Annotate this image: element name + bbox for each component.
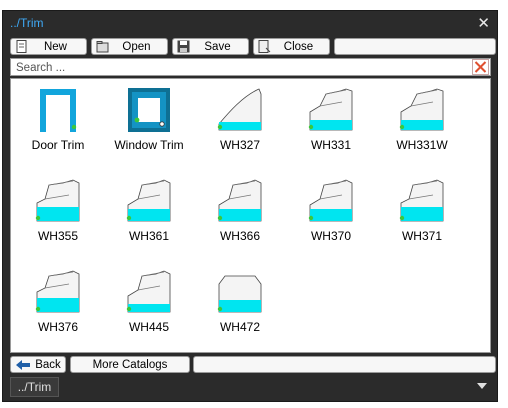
new-button-label: New [43,40,67,53]
catalog-item-wh376[interactable]: WH376 [11,266,101,356]
profile-icon [399,88,444,131]
open-folder-icon [96,41,109,53]
door-trim-icon [40,89,77,132]
save-button-label: Save [204,40,231,53]
catalog-item-label: WH370 [310,229,351,243]
toolbar-spacer [334,38,496,55]
search-input[interactable] [14,60,458,76]
back-button[interactable]: Back [10,356,66,373]
catalog-item-wh370[interactable]: WH370 [284,175,374,265]
catalog-item-wh445[interactable]: WH445 [102,266,192,356]
window-title: ../Trim [10,16,44,30]
catalog-item-label: Window Trim [114,138,184,152]
profile-icon [217,88,262,131]
clear-icon [474,61,487,73]
profile-icon [126,179,171,222]
open-button-label: Open [122,40,151,53]
search-bar [10,58,491,76]
catalog-item-label: Door Trim [31,138,85,152]
profile-icon [217,275,262,313]
catalog-item-label: WH472 [219,320,260,334]
clear-search-button[interactable] [472,59,489,75]
new-button[interactable]: New [10,38,87,55]
bottom-spacer [193,356,496,373]
save-button[interactable]: Save [172,38,249,55]
path-tab[interactable]: ../Trim [10,377,59,397]
close-button-label: Close [283,40,314,53]
window-trim-icon [128,88,170,132]
catalog-item-wh472[interactable]: WH472 [193,266,283,356]
catalog-item-window-trim[interactable]: Window Trim [102,84,192,174]
catalog-item-label: WH331 [310,138,351,152]
bottom-bar: Back More Catalogs [10,356,496,373]
catalog-item-label: WH327 [219,138,260,152]
catalog-item-label: WH366 [219,229,260,243]
profile-icon [399,179,444,222]
more-catalogs-label: More Catalogs [92,358,168,371]
save-disk-icon [177,40,190,53]
catalog-item-wh361[interactable]: WH361 [102,175,192,265]
catalog-item-door-trim[interactable]: Door Trim [11,84,101,174]
catalog-grid: Door Trim Window Trim WH327 WH331 WH331W… [10,78,491,353]
new-file-icon [16,40,27,53]
catalog-item-label: WH355 [37,229,78,243]
close-button[interactable]: Close [253,38,330,55]
catalog-item-label: WH371 [401,229,442,243]
title-bar: ../Trim ✕ [3,11,497,37]
more-catalogs-button[interactable]: More Catalogs [70,356,190,373]
chevron-down-icon[interactable] [477,383,487,389]
catalog-item-wh366[interactable]: WH366 [193,175,283,265]
catalog-item-label: WH361 [128,229,169,243]
toolbar: New Open Save Close [10,38,496,55]
catalog-item-label: WH445 [128,320,169,334]
back-arrow-icon [16,359,31,370]
close-icon[interactable]: ✕ [477,14,490,32]
trim-catalog-window: ../Trim ✕ New Open Save Close Search ...… [2,10,498,402]
profile-icon [308,179,353,222]
catalog-item-wh331[interactable]: WH331 [284,84,374,174]
profile-icon [308,88,353,131]
profile-icon [35,270,80,313]
catalog-item-wh355[interactable]: WH355 [11,175,101,265]
catalog-item-label: WH376 [37,320,78,334]
close-file-icon [258,40,271,53]
profile-icon [217,179,262,222]
catalog-item-wh327[interactable]: WH327 [193,84,283,174]
catalog-item-wh331w[interactable]: WH331W [375,84,465,174]
catalog-item-wh371[interactable]: WH371 [375,175,465,265]
profile-icon [35,179,80,222]
catalog-item-label: WH331W [396,138,448,152]
back-button-label: Back [35,358,61,371]
open-button[interactable]: Open [91,38,168,55]
profile-icon [126,270,171,313]
